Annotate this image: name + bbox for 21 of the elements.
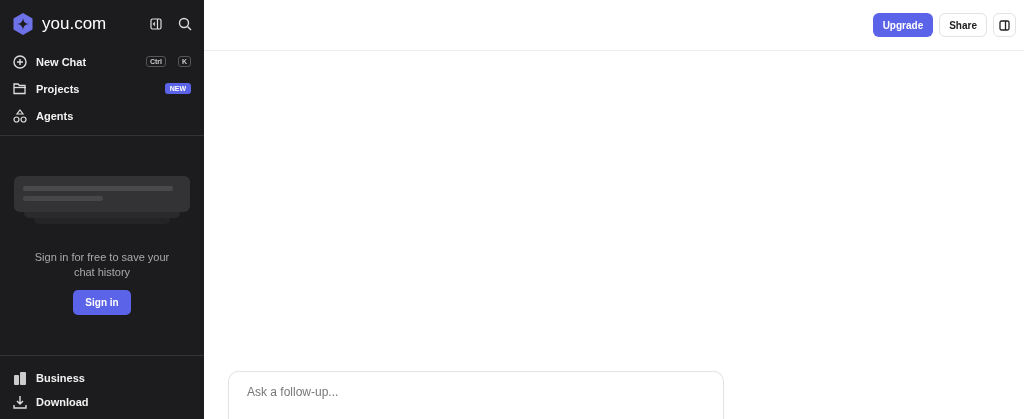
nav-item[interactable]: Agents <box>36 109 191 122</box>
input-field[interactable]: Ask a follow-up... <box>228 371 724 419</box>
logo-text: you.com <box>42 14 108 34</box>
sign-in-button[interactable]: Sign in <box>73 290 131 315</box>
building-icon <box>13 371 27 385</box>
plus-circle-icon <box>13 54 27 69</box>
logo-icon <box>12 13 34 35</box>
footer-link[interactable]: Business <box>36 372 191 384</box>
footer-link[interactable]: Download <box>36 396 191 408</box>
nav-item[interactable]: New Chat <box>36 55 134 68</box>
upgrade-button[interactable]: Upgrade <box>872 13 934 37</box>
sidebar-toggle-icon[interactable] <box>150 18 162 30</box>
panel-icon <box>999 19 1010 31</box>
nav-item[interactable]: Projects <box>36 82 156 95</box>
folder-icon <box>13 82 27 95</box>
panel-toggle-button[interactable] <box>993 13 1016 37</box>
sign-in-prompt: Sign in for free to save your chat history <box>33 250 171 280</box>
shapes-icon <box>13 108 27 123</box>
search-icon[interactable] <box>178 17 192 31</box>
share-button[interactable]: Share <box>939 13 987 37</box>
download-icon <box>13 395 27 409</box>
